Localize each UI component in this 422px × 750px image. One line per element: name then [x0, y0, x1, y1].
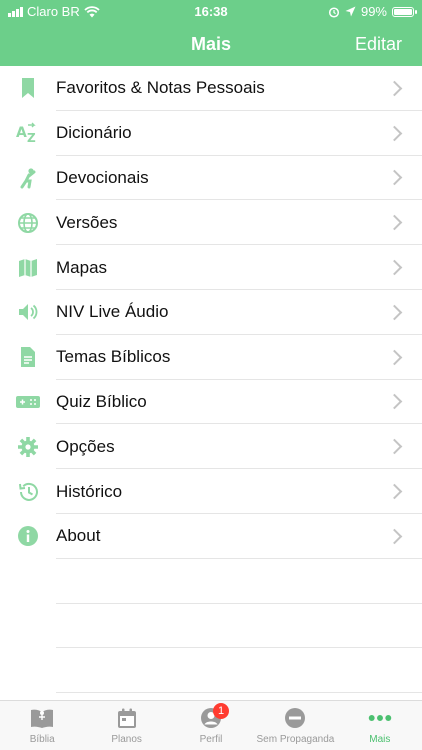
menu-item-label: Opções — [56, 436, 115, 456]
more-icon — [368, 706, 392, 730]
menu-item-maps[interactable]: Mapas — [0, 245, 422, 290]
tab-bar: Bíblia Planos 1 Perfil Sem Propaganda Ma… — [0, 700, 422, 750]
tab-label: Planos — [111, 734, 142, 745]
bible-icon — [30, 706, 54, 730]
globe-icon — [16, 211, 40, 235]
navigation-bar: Mais Editar — [0, 22, 422, 66]
menu-item-history[interactable]: Histórico — [0, 469, 422, 514]
tab-label: Mais — [369, 734, 391, 745]
tab-plans[interactable]: Planos — [84, 701, 168, 750]
menu-item-favorites[interactable]: Favoritos & Notas Pessoais — [0, 66, 422, 111]
menu-item-audio[interactable]: NIV Live Áudio — [0, 290, 422, 335]
menu-item-label: Mapas — [56, 257, 108, 277]
empty-row — [0, 604, 422, 649]
menu-item-dictionary[interactable]: AZ Dicionário — [0, 111, 422, 156]
notification-badge: 1 — [213, 703, 230, 719]
chevron-right-icon — [386, 170, 403, 186]
tab-label: Bíblia — [29, 734, 55, 745]
edit-button[interactable]: Editar — [355, 34, 402, 55]
info-icon — [16, 524, 40, 548]
tab-label: Perfil — [199, 734, 223, 745]
tab-bible[interactable]: Bíblia — [0, 701, 84, 750]
menu-item-versions[interactable]: Versões — [0, 200, 422, 245]
svg-text:A: A — [16, 125, 27, 141]
menu-item-options[interactable]: Opções — [0, 424, 422, 469]
menu-item-label: Quiz Bíblico — [56, 391, 147, 411]
map-icon — [16, 256, 40, 280]
chevron-right-icon — [386, 483, 403, 500]
menu-item-devotionals[interactable]: Devocionais — [0, 156, 422, 201]
speaker-icon — [16, 300, 40, 324]
dictionary-icon: AZ — [16, 121, 40, 145]
profile-icon: 1 — [199, 703, 230, 730]
menu-item-label: NIV Live Áudio — [56, 302, 169, 322]
menu-item-about[interactable]: About — [0, 514, 422, 559]
menu-item-label: Temas Bíblicos — [56, 347, 171, 367]
chevron-right-icon — [386, 304, 403, 321]
calendar-icon — [115, 706, 139, 730]
chevron-right-icon — [386, 349, 403, 365]
menu-item-label: Favoritos & Notas Pessoais — [56, 78, 265, 98]
menu-list: Favoritos & Notas Pessoais AZ Dicionário… — [0, 66, 422, 693]
empty-row — [0, 648, 422, 693]
battery-icon — [392, 6, 417, 17]
document-icon — [16, 345, 40, 369]
tab-more[interactable]: Mais — [338, 701, 422, 750]
svg-text:Z: Z — [27, 131, 36, 144]
tab-profile[interactable]: 1 Perfil — [169, 701, 253, 750]
chevron-right-icon — [386, 125, 403, 141]
menu-item-label: Versões — [56, 212, 118, 232]
chevron-right-icon — [386, 80, 403, 97]
empty-row — [0, 559, 422, 604]
status-right: 99% — [328, 4, 417, 19]
history-icon — [16, 480, 40, 504]
tab-label: Sem Propaganda — [256, 734, 335, 745]
menu-item-quiz[interactable]: Quiz Bíblico — [0, 380, 422, 425]
alarm-icon — [328, 6, 340, 18]
bookmark-icon — [16, 76, 40, 100]
chevron-right-icon — [386, 528, 403, 545]
no-ads-icon — [283, 706, 307, 730]
menu-item-label: Dicionário — [56, 123, 132, 143]
chevron-right-icon — [386, 259, 403, 276]
tab-no-ads[interactable]: Sem Propaganda — [253, 701, 337, 750]
chevron-right-icon — [386, 215, 403, 231]
menu-item-label: About — [56, 526, 101, 546]
location-icon — [345, 6, 356, 17]
menu-item-label: Devocionais — [56, 167, 149, 187]
chevron-right-icon — [386, 394, 403, 410]
menu-item-themes[interactable]: Temas Bíblicos — [0, 335, 422, 380]
menu-item-label: Histórico — [56, 481, 123, 501]
status-bar: Claro BR 16:38 99% — [0, 0, 422, 22]
gear-icon — [16, 435, 40, 459]
kneeling-person-icon — [16, 166, 40, 190]
chevron-right-icon — [386, 438, 403, 455]
quiz-icon — [16, 390, 40, 414]
battery-fill — [394, 8, 412, 15]
battery-percent: 99% — [360, 4, 387, 19]
